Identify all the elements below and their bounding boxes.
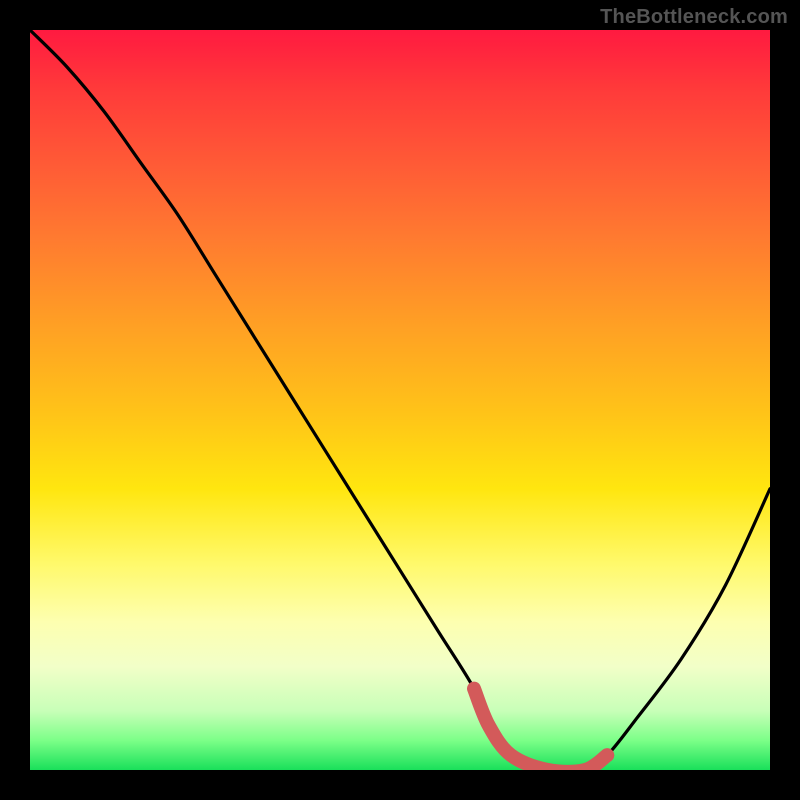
bottleneck-curve-line	[30, 30, 770, 770]
watermark-text: TheBottleneck.com	[600, 6, 788, 29]
bottleneck-marker-dot	[600, 748, 614, 762]
chart-frame: TheBottleneck.com	[0, 0, 800, 800]
bottleneck-marker-segment	[474, 689, 607, 770]
bottleneck-curve-svg	[30, 30, 770, 770]
plot-area	[30, 30, 770, 770]
